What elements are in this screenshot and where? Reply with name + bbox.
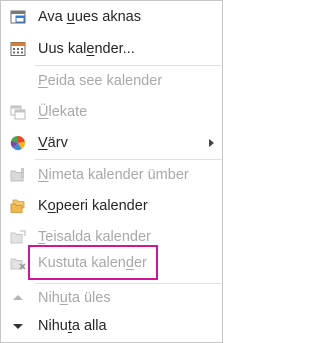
rename-icon <box>9 166 27 184</box>
menu-item-copy-calendar[interactable]: Kopeeri kalender <box>1 194 222 218</box>
menu-separator <box>35 65 222 66</box>
menu-item-label: Peida see kalender <box>38 73 163 89</box>
menu-separator <box>35 283 222 284</box>
copy-folder-icon <box>9 197 27 215</box>
overlay-icon <box>9 103 27 121</box>
menu-item-color[interactable]: Värv <box>1 131 222 155</box>
color-wheel-icon <box>9 134 27 152</box>
menu-item-new-calendar[interactable]: Uus kalender... <box>1 37 222 61</box>
menu-item-open-new-window[interactable]: Ava uues aknas <box>1 5 222 29</box>
chevron-right-icon <box>209 139 214 147</box>
calendar-icon <box>9 40 27 58</box>
menu-item-label: Nimeta kalender ümber <box>38 167 189 183</box>
move-icon <box>9 228 27 246</box>
menu-item-move-up[interactable]: Nihuta üles <box>1 286 222 310</box>
delete-calendar-icon <box>9 254 27 272</box>
menu-item-hide-calendar[interactable]: Peida see kalender <box>1 69 222 93</box>
menu-item-label: Kopeeri kalender <box>38 198 148 214</box>
highlight-box <box>28 245 158 280</box>
arrow-down-icon <box>9 317 27 335</box>
window-icon <box>9 8 27 26</box>
menu-item-label: Uus kalender... <box>38 41 135 57</box>
menu-item-move-down[interactable]: Nihuta alla <box>1 314 222 338</box>
arrow-up-icon <box>9 289 27 307</box>
context-menu: Ava uues aknas Uus kalender... Peida see… <box>0 0 223 343</box>
menu-item-label: Nihuta üles <box>38 290 111 306</box>
menu-separator <box>35 159 222 160</box>
menu-item-label: Ülekate <box>38 104 88 120</box>
menu-item-label: Värv <box>38 135 68 151</box>
menu-item-overlay[interactable]: Ülekate <box>1 100 222 124</box>
menu-item-label: Teisalda kalender <box>38 229 151 245</box>
menu-item-label: Nihuta alla <box>38 318 107 334</box>
menu-item-rename-calendar[interactable]: Nimeta kalender ümber <box>1 163 222 187</box>
menu-item-label: Ava uues aknas <box>38 9 141 25</box>
